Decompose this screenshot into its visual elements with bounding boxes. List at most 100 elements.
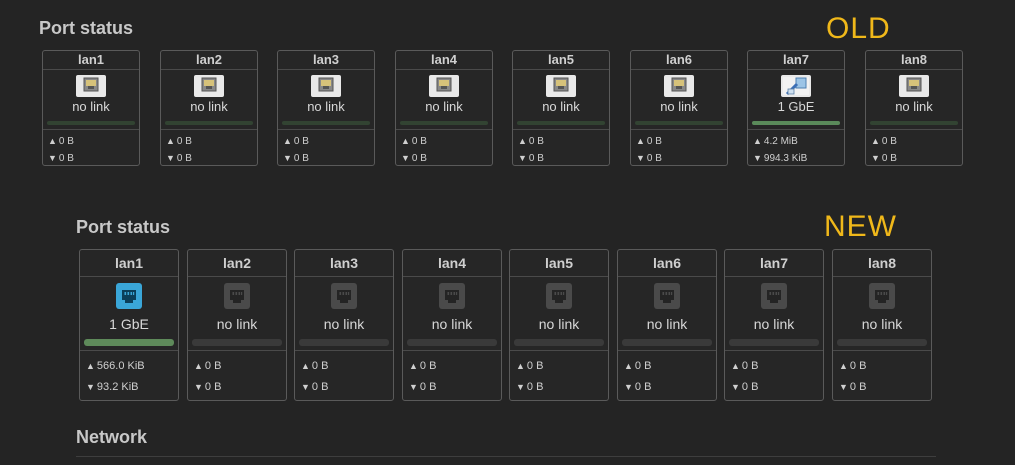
upload-arrow-icon: ▲: [731, 361, 740, 371]
tx-stat: ▲ 4.2 MiB: [753, 133, 844, 150]
ethernet-port-icon: [311, 75, 341, 97]
old-port-card-lan7[interactable]: lan7 1 GbE ▲ 4.2 MiB ▼ 994.3 KiB: [747, 50, 845, 166]
rx-value: 0 B: [528, 153, 544, 164]
old-tag: OLD: [826, 12, 891, 45]
link-status: 1 GbE: [109, 316, 149, 332]
traffic-stats: ▲ 0 B ▼ 0 B: [188, 350, 286, 398]
tx-stat: ▲ 0 B: [194, 356, 286, 377]
traffic-stats: ▲ 0 B ▼ 0 B: [631, 129, 727, 167]
old-port-card-lan6[interactable]: lan6 no link ▲ 0 B ▼ 0 B: [630, 50, 728, 166]
upload-arrow-icon: ▲: [48, 136, 57, 146]
ethernet-port-icon: [331, 283, 357, 309]
rx-value: 0 B: [293, 153, 309, 164]
ethernet-port-icon: [761, 283, 787, 309]
download-arrow-icon: ▼: [839, 382, 848, 392]
link-status: no link: [861, 316, 903, 332]
tx-value: 0 B: [293, 136, 309, 147]
link-bar: [299, 339, 389, 346]
ethernet-port-icon: [654, 283, 680, 309]
tx-value: 0 B: [204, 360, 222, 372]
tx-value: 0 B: [526, 360, 544, 372]
new-port-card-lan5[interactable]: lan5 no link ▲ 0 B ▼ 0 B: [509, 249, 609, 401]
old-port-card-lan8[interactable]: lan8 no link ▲ 0 B ▼ 0 B: [865, 50, 963, 166]
new-port-card-lan3[interactable]: lan3 no link ▲ 0 B ▼ 0 B: [294, 249, 394, 401]
download-arrow-icon: ▼: [283, 153, 292, 163]
rx-value: 0 B: [419, 381, 437, 393]
link-status: 1 GbE: [777, 99, 815, 114]
download-arrow-icon: ▼: [753, 153, 762, 163]
tx-stat: ▲ 0 B: [48, 133, 139, 150]
rx-stat: ▼ 0 B: [409, 377, 501, 398]
traffic-stats: ▲ 0 B ▼ 0 B: [725, 350, 823, 398]
upload-arrow-icon: ▲: [839, 361, 848, 371]
tx-stat: ▲ 0 B: [518, 133, 609, 150]
tx-stat: ▲ 0 B: [624, 356, 716, 377]
link-status: no link: [660, 99, 698, 114]
link-bar: [282, 121, 370, 125]
old-section-title: Port status: [39, 18, 134, 38]
old-port-card-lan5[interactable]: lan5 no link ▲ 0 B ▼ 0 B: [512, 50, 610, 166]
traffic-stats: ▲ 0 B ▼ 0 B: [510, 350, 608, 398]
download-arrow-icon: ▼: [194, 382, 203, 392]
rx-value: 0 B: [741, 381, 759, 393]
download-arrow-icon: ▼: [518, 153, 527, 163]
tx-value: 566.0 KiB: [96, 360, 145, 372]
old-port-card-lan2[interactable]: lan2 no link ▲ 0 B ▼ 0 B: [160, 50, 258, 166]
tx-value: 0 B: [646, 136, 662, 147]
rx-stat: ▼ 0 B: [636, 150, 727, 167]
rx-stat: ▼ 0 B: [731, 377, 823, 398]
link-status: no link: [646, 316, 688, 332]
traffic-stats: ▲ 566.0 KiB ▼ 93.2 KiB: [80, 350, 178, 398]
upload-arrow-icon: ▲: [301, 361, 310, 371]
port-name: lan1: [43, 51, 139, 70]
section-divider: [76, 456, 936, 457]
download-arrow-icon: ▼: [731, 382, 740, 392]
link-status: no link: [431, 316, 473, 332]
port-name: lan4: [396, 51, 492, 70]
rx-stat: ▼ 0 B: [301, 377, 393, 398]
ethernet-port-icon: [439, 283, 465, 309]
upload-arrow-icon: ▲: [86, 361, 95, 371]
link-bar: [165, 121, 253, 125]
download-arrow-icon: ▼: [86, 382, 95, 392]
rx-stat: ▼ 0 B: [166, 150, 257, 167]
ethernet-port-icon: [546, 283, 572, 309]
new-port-card-lan1[interactable]: lan1 1 GbE ▲ 566.0 KiB ▼ 93.2 KiB: [79, 249, 179, 401]
traffic-stats: ▲ 0 B ▼ 0 B: [403, 350, 501, 398]
tx-stat: ▲ 0 B: [409, 356, 501, 377]
new-port-card-lan7[interactable]: lan7 no link ▲ 0 B ▼ 0 B: [724, 249, 824, 401]
tx-stat: ▲ 0 B: [839, 356, 931, 377]
new-port-card-lan8[interactable]: lan8 no link ▲ 0 B ▼ 0 B: [832, 249, 932, 401]
new-port-card-lan6[interactable]: lan6 no link ▲ 0 B ▼ 0 B: [617, 249, 717, 401]
port-name: lan1: [80, 250, 178, 277]
ethernet-port-icon: [224, 283, 250, 309]
old-port-card-lan1[interactable]: lan1 no link ▲ 0 B ▼ 0 B: [42, 50, 140, 166]
port-name: lan7: [725, 250, 823, 277]
traffic-stats: ▲ 0 B ▼ 0 B: [43, 129, 139, 167]
tx-stat: ▲ 0 B: [871, 133, 962, 150]
tx-value: 0 B: [741, 360, 759, 372]
download-arrow-icon: ▼: [624, 382, 633, 392]
tx-stat: ▲ 0 B: [301, 356, 393, 377]
traffic-stats: ▲ 0 B ▼ 0 B: [396, 129, 492, 167]
ethernet-port-icon: [781, 75, 811, 97]
port-name: lan2: [188, 250, 286, 277]
upload-arrow-icon: ▲: [401, 136, 410, 146]
upload-arrow-icon: ▲: [409, 361, 418, 371]
ethernet-port-icon: [899, 75, 929, 97]
tx-value: 0 B: [849, 360, 867, 372]
link-bar: [514, 339, 604, 346]
download-arrow-icon: ▼: [409, 382, 418, 392]
tx-value: 0 B: [311, 360, 329, 372]
download-arrow-icon: ▼: [301, 382, 310, 392]
new-port-card-lan4[interactable]: lan4 no link ▲ 0 B ▼ 0 B: [402, 249, 502, 401]
new-section-title: Port status: [76, 217, 171, 237]
old-port-card-lan3[interactable]: lan3 no link ▲ 0 B ▼ 0 B: [277, 50, 375, 166]
old-port-card-lan4[interactable]: lan4 no link ▲ 0 B ▼ 0 B: [395, 50, 493, 166]
traffic-stats: ▲ 0 B ▼ 0 B: [513, 129, 609, 167]
new-port-card-lan2[interactable]: lan2 no link ▲ 0 B ▼ 0 B: [187, 249, 287, 401]
upload-arrow-icon: ▲: [516, 361, 525, 371]
download-arrow-icon: ▼: [516, 382, 525, 392]
link-bar: [837, 339, 927, 346]
port-name: lan3: [278, 51, 374, 70]
